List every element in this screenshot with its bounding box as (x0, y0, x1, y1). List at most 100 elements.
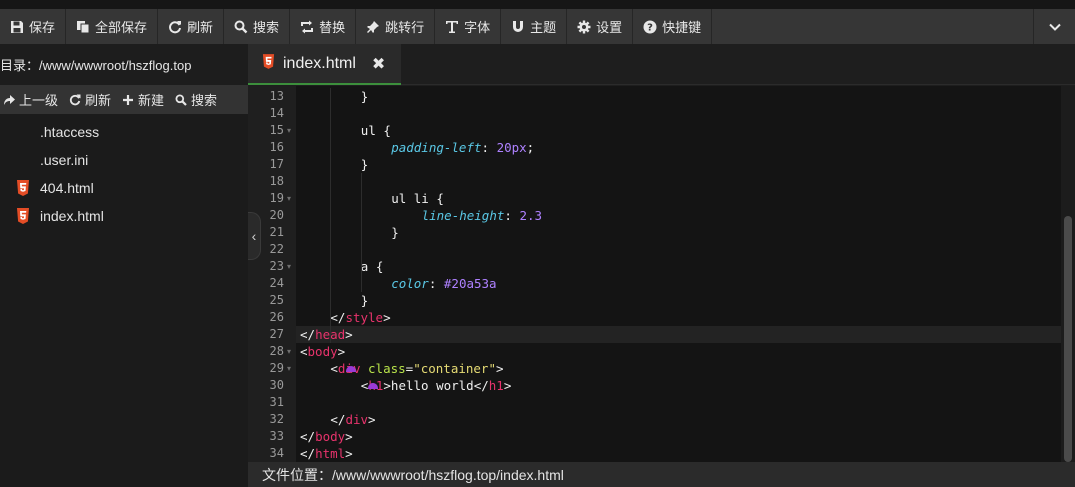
code-token: > (345, 429, 353, 444)
code-token: #20a53a (443, 276, 497, 291)
replace-button[interactable]: 替换 (290, 9, 357, 44)
code-line-content: </body> (296, 428, 353, 445)
code-token: < (300, 344, 308, 359)
shortcuts-button[interactable]: ? 快捷键 (633, 9, 713, 44)
code-editor[interactable]: 13 14 15 ▾ 16 17 18 19 ▾ 20 21 22 23 ▾ 24 25 26 27 28 ▾ 29 ▾ 3… (248, 86, 1075, 462)
file-item-htaccess[interactable]: .htaccess (0, 118, 248, 146)
file-name: index.html (40, 208, 104, 224)
file-item-index-html[interactable]: index.html (0, 202, 248, 230)
file-sidebar: 目录：/www/wwwroot/hszflog.top 上一级 刷新 新建 搜索… (0, 44, 248, 487)
code-line: </body> (296, 428, 1061, 445)
code-token: </ (330, 412, 346, 427)
top-strip (0, 0, 1075, 9)
up-level-button[interactable]: 上一级 (0, 90, 66, 109)
code-token: > (337, 344, 346, 359)
code-token: </ (300, 429, 316, 444)
code-line: padding-left: 20px; (296, 139, 1061, 156)
code-line-content: a { (296, 258, 384, 275)
theme-label: 主题 (530, 20, 557, 35)
line-number: 27 (269, 327, 284, 341)
fold-toggle-icon[interactable]: ▾ (287, 190, 291, 207)
code-token: : (481, 140, 497, 155)
code-line: </html> (296, 445, 1061, 462)
pin-icon (366, 20, 380, 34)
code-token: style (345, 310, 384, 325)
line-number: 32 (269, 412, 284, 426)
line-number: 16 (269, 140, 284, 154)
code-area[interactable]: } ul {padding-left: 20px;} ul li {line-hei… (296, 86, 1061, 462)
refresh-button[interactable]: 刷新 (158, 9, 225, 44)
code-token: : (504, 208, 520, 223)
vertical-scrollbar[interactable] (1061, 86, 1075, 462)
code-line: <div class="container"> (296, 360, 1061, 377)
save-button[interactable]: 保存 (0, 9, 67, 44)
code-line-content: </style> (296, 309, 390, 326)
line-number: 14 (269, 106, 284, 120)
code-line: </div> (296, 411, 1061, 428)
fold-toggle-icon[interactable]: ▾ (287, 122, 291, 139)
line-number: 34 (269, 446, 284, 460)
code-token: >hello world</ (383, 378, 489, 393)
file-item-user-ini[interactable]: .user.ini (0, 146, 248, 174)
font-label: 字体 (464, 20, 491, 35)
goto-line-label: 跳转行 (385, 20, 425, 35)
code-token: : (428, 276, 444, 291)
file-item-404-html[interactable]: 404.html (0, 174, 248, 202)
code-line-content: } (296, 88, 369, 105)
search-label: 搜索 (253, 20, 280, 35)
code-token: class (368, 361, 406, 376)
code-token: > (345, 327, 353, 342)
tab-index-html[interactable]: index.html ✖ (248, 44, 401, 85)
code-token: "container" (413, 361, 496, 376)
fold-toggle-icon[interactable]: ▾ (287, 360, 291, 377)
line-number: 31 (269, 395, 284, 409)
line-number: 29 (269, 361, 284, 375)
code-token: div (345, 412, 369, 427)
code-line-content: </head> (296, 326, 353, 343)
settings-button[interactable]: 设置 (567, 9, 634, 44)
fold-toggle-icon[interactable]: ▾ (287, 343, 291, 360)
code-line: } (296, 292, 1061, 309)
save-all-label: 全部保存 (95, 20, 148, 35)
file-name: .htaccess (40, 124, 100, 140)
code-token: </ (300, 327, 316, 342)
save-all-button[interactable]: 全部保存 (66, 9, 159, 44)
refresh-icon (69, 94, 81, 105)
search-button[interactable]: 搜索 (224, 9, 291, 44)
chevron-left-icon: ‹ (251, 228, 257, 244)
code-token: h1 (488, 378, 504, 393)
tab-label: index.html (283, 54, 356, 72)
code-token: < (330, 361, 338, 376)
settings-label: 设置 (596, 20, 623, 35)
line-number: 17 (269, 157, 284, 171)
new-file-label: 新建 (138, 93, 165, 108)
theme-button[interactable]: 主题 (501, 9, 568, 44)
line-number: 13 (269, 89, 284, 103)
code-token: padding-left (391, 140, 482, 155)
line-number: 23 (269, 259, 284, 273)
replace-label: 替换 (319, 20, 346, 35)
sidebar-refresh-button[interactable]: 刷新 (66, 90, 119, 109)
fold-toggle-icon[interactable]: ▾ (287, 258, 291, 275)
sidebar-nav: 上一级 刷新 新建 搜索 (0, 85, 248, 114)
font-button[interactable]: 字体 (435, 9, 502, 44)
scroll-thumb[interactable] (1064, 216, 1072, 462)
sidebar-search-button[interactable]: 搜索 (172, 90, 225, 109)
directory-path: 目录：/www/wwwroot/hszflog.top (0, 44, 248, 85)
code-token: } (360, 89, 369, 104)
collapse-toolbar-button[interactable] (1033, 9, 1075, 44)
code-token: } (391, 225, 399, 240)
code-line: ul { (296, 122, 1061, 139)
new-file-button[interactable]: 新建 (119, 90, 172, 109)
code-line: } (296, 156, 1061, 173)
code-token: } (360, 157, 369, 172)
line-number: 28 (269, 344, 284, 358)
collapse-sidebar-handle[interactable]: ‹ (248, 212, 261, 260)
html5-icon (16, 208, 30, 224)
code-line: </head> (296, 326, 1061, 343)
code-token: line-height (421, 208, 505, 223)
goto-line-button[interactable]: 跳转行 (356, 9, 436, 44)
close-icon[interactable]: ✖ (372, 54, 385, 74)
